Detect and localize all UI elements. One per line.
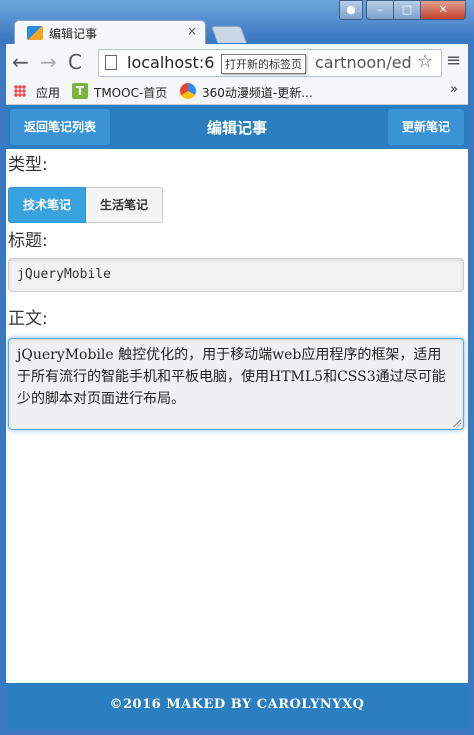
browser-menu-icon[interactable]: ≡: [446, 50, 461, 71]
body-textarea[interactable]: jQueryMobile 触控优化的，用于移动端web应用程序的框架，适用于所有…: [8, 338, 464, 430]
page-header: 返回笔记列表 编辑记事 更新笔记: [6, 105, 468, 149]
window-controls: ● – □ ✕: [339, 0, 466, 20]
browser-toolbar: ← → C localhost:6 cartnoon/ed 打开新的标签页 ☆ …: [6, 44, 468, 80]
bookmarks-bar: 应用 T TMOOC-首页 360动漫频道-更新... »: [6, 80, 468, 105]
tab-strip: 编辑记事 × ● – □ ✕: [0, 0, 474, 45]
title-label: 标题:: [8, 231, 48, 251]
minimize-button[interactable]: –: [366, 0, 394, 20]
new-tab-tooltip: 打开新的标签页: [221, 54, 306, 74]
page-footer: ©2016 MAKED BY CAROLYNYXQ: [6, 683, 468, 729]
address-bar[interactable]: localhost:6 cartnoon/ed 打开新的标签页 ☆: [98, 49, 442, 77]
type-option-tech[interactable]: 技术笔记: [8, 187, 87, 223]
footer-copyright: ©2016 MAKED BY CAROLYNYXQ: [109, 697, 365, 712]
apps-grid-icon[interactable]: [14, 85, 26, 97]
bookmark-star-icon[interactable]: ☆: [417, 51, 433, 72]
bookmarks-overflow-icon[interactable]: »: [450, 82, 458, 97]
user-icon[interactable]: ●: [339, 0, 363, 20]
forward-arrow-icon[interactable]: →: [40, 50, 57, 74]
resize-grip-icon[interactable]: [453, 419, 461, 427]
360-icon: [180, 83, 196, 99]
type-segmented-control: 技术笔记 生活笔记: [8, 187, 164, 223]
close-window-button[interactable]: ✕: [420, 0, 466, 20]
reload-icon[interactable]: C: [68, 50, 82, 74]
body-label: 正文:: [8, 309, 48, 329]
title-input-value: jQueryMobile: [17, 267, 111, 282]
bookmark-apps[interactable]: 应用: [36, 84, 60, 101]
tab-edit-note[interactable]: 编辑记事 ×: [14, 20, 206, 45]
title-input[interactable]: jQueryMobile: [8, 258, 464, 292]
tmooc-icon: T: [72, 83, 88, 99]
type-option-life[interactable]: 生活笔记: [86, 187, 164, 223]
new-tab-button[interactable]: [210, 26, 248, 43]
page-icon: [105, 55, 117, 70]
body-textarea-value: jQueryMobile 触控优化的，用于移动端web应用程序的框架，适用于所有…: [17, 347, 446, 407]
page-content: 返回笔记列表 编辑记事 更新笔记 类型: 技术笔记 生活笔记 标题: jQuer…: [6, 105, 468, 729]
close-tab-icon[interactable]: ×: [187, 24, 197, 38]
favicon-icon: [27, 26, 43, 40]
update-note-button[interactable]: 更新笔记: [387, 109, 464, 145]
url-text: localhost:6: [127, 53, 215, 72]
maximize-button[interactable]: □: [393, 0, 421, 20]
bookmark-360[interactable]: 360动漫频道-更新...: [202, 84, 313, 101]
type-label: 类型:: [8, 155, 48, 175]
url-text-tail: cartnoon/ed: [315, 53, 412, 72]
tab-title: 编辑记事: [49, 27, 98, 41]
browser-window: 编辑记事 × ● – □ ✕ ← → C localhost:6 cartnoo…: [0, 0, 474, 735]
bookmark-tmooc[interactable]: TMOOC-首页: [94, 84, 167, 101]
back-arrow-icon[interactable]: ←: [12, 50, 29, 74]
